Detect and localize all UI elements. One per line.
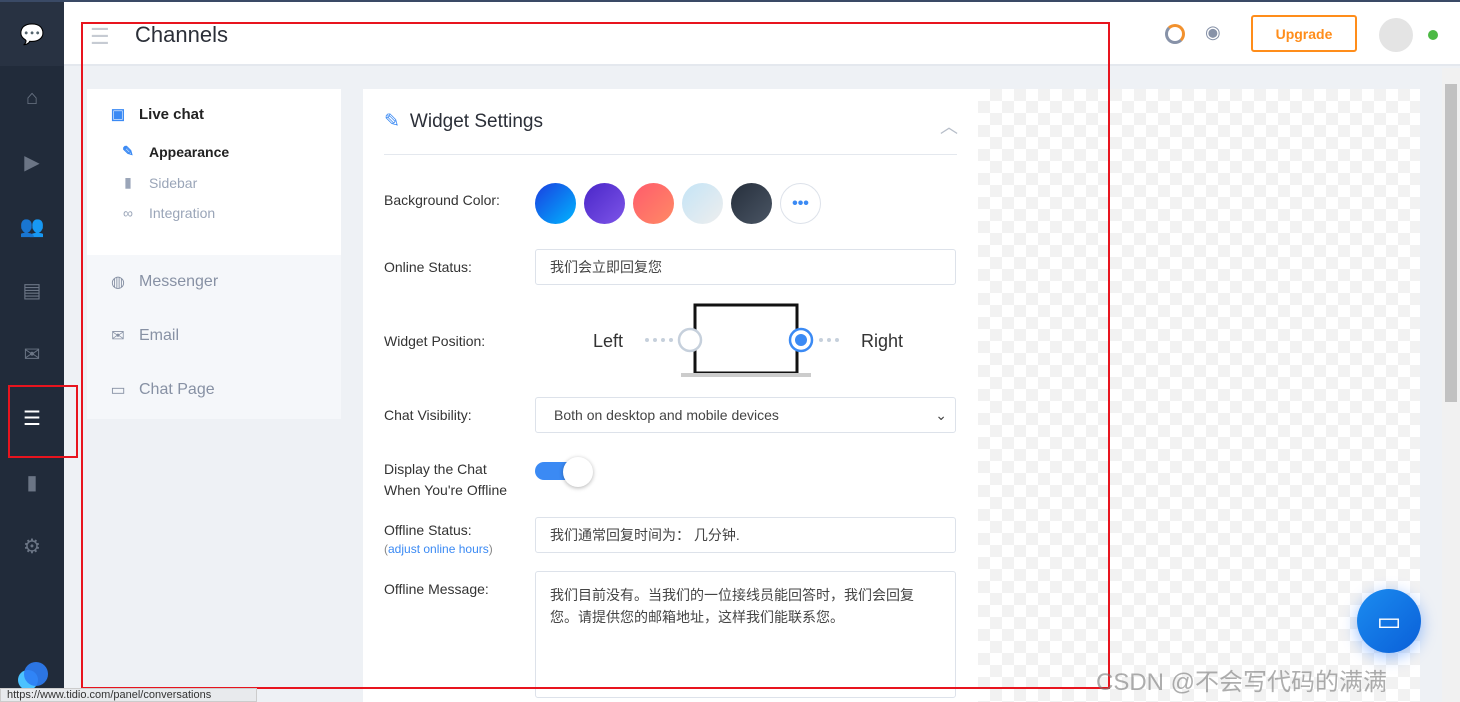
bookmark-icon: ▮ xyxy=(124,174,132,190)
menu-appearance[interactable]: ✎ Appearance xyxy=(119,143,319,160)
email-icon: ✉ xyxy=(111,328,125,345)
color-swatch-dark[interactable] xyxy=(731,183,772,224)
chat-visibility-label: Chat Visibility: xyxy=(384,407,472,423)
adjust-online-hours-link[interactable]: adjust online hours xyxy=(388,542,489,556)
menu-label: Live chat xyxy=(139,105,205,123)
chevron-down-icon: ⌄ xyxy=(935,406,947,423)
menu-sidebar[interactable]: ▮ Sidebar xyxy=(119,174,319,191)
offline-message-textarea[interactable]: 我们目前没有。当我们的一位接线员能回答时，我们会回复您。请提供您的邮箱地址，这样… xyxy=(535,571,956,698)
offline-status-label: Offline Status: xyxy=(384,522,472,538)
progress-ring-icon[interactable] xyxy=(1165,24,1185,44)
position-right-label: Right xyxy=(861,331,904,351)
online-status-input[interactable]: 我们会立即回复您 xyxy=(535,249,956,285)
status-bar-url: https://www.tidio.com/panel/conversation… xyxy=(0,688,257,702)
position-left-label: Left xyxy=(593,331,624,351)
section-title: Widget Settings xyxy=(409,110,543,132)
menu-messenger[interactable]: ◍ Messenger xyxy=(87,255,341,309)
menu-label: Chat Page xyxy=(139,381,215,398)
chat-widget-button[interactable]: ▭ xyxy=(1357,589,1421,653)
nav-inbox-icon[interactable]: ✉ xyxy=(0,322,64,386)
offline-message-label: Offline Message: xyxy=(384,581,489,597)
nav-contacts-icon[interactable]: ▤ xyxy=(0,258,64,322)
link-icon: ∞ xyxy=(123,205,133,221)
menu-label: Appearance xyxy=(149,143,230,160)
nav-play-icon[interactable]: ▶ xyxy=(0,130,64,194)
menu-integration[interactable]: ∞ Integration xyxy=(119,205,319,221)
menu-label: Messenger xyxy=(139,273,219,290)
adjust-hours-wrap: (adjust online hours) xyxy=(384,542,493,556)
nav-channels-icon[interactable]: ☰ xyxy=(0,386,64,450)
widget-position-label: Widget Position: xyxy=(384,333,486,349)
nav-settings-icon[interactable]: ⚙ xyxy=(0,514,64,578)
brush-icon: ✎ xyxy=(384,111,400,132)
offline-status-input[interactable]: 我们通常回复时间为： 几分钟. xyxy=(535,517,956,553)
laptop-position-diagram xyxy=(645,303,839,377)
color-swatch-light[interactable] xyxy=(682,183,723,224)
select-value: Both on desktop and mobile devices xyxy=(554,407,779,423)
watermark: CSDN @不会写代码的满满 xyxy=(1096,669,1388,696)
color-swatch-blue[interactable] xyxy=(535,183,576,224)
messenger-icon: ◍ xyxy=(111,274,125,291)
brush-icon: ✎ xyxy=(122,143,134,159)
menu-live-chat[interactable]: ▣ Live chat xyxy=(109,105,319,124)
scrollbar[interactable] xyxy=(1442,68,1460,702)
channels-menu: ▣ Live chat ✎ Appearance ▮ Sidebar ∞ Integra… xyxy=(87,89,341,419)
nav-chat-icon[interactable]: 💬 xyxy=(0,2,64,66)
menu-label: Sidebar xyxy=(149,174,198,191)
widget-settings-card: ✎ Widget Settings ︿ Background Color: •••… xyxy=(363,89,978,702)
display-offline-toggle[interactable] xyxy=(535,457,593,487)
sliders-icon: ☰ xyxy=(90,24,110,49)
chat-icon: ▣ xyxy=(110,106,126,123)
more-colors-button[interactable]: ••• xyxy=(780,183,821,224)
upgrade-button[interactable]: Upgrade xyxy=(1251,15,1357,52)
color-swatch-coral[interactable] xyxy=(633,183,674,224)
background-color-label: Background Color: xyxy=(384,192,500,208)
position-left-radio[interactable] xyxy=(677,327,703,353)
online-status-label: Online Status: xyxy=(384,259,472,275)
menu-chat-page[interactable]: ▭ Chat Page xyxy=(87,363,341,417)
header: ☰ Channels ◉ Upgrade xyxy=(64,2,1460,66)
tidio-logo-icon xyxy=(18,662,48,690)
avatar[interactable] xyxy=(1379,18,1413,52)
menu-label: Email xyxy=(139,327,180,344)
nav-analytics-icon[interactable]: ▮ xyxy=(0,450,64,514)
display-offline-label: Display the Chat When You're Offline xyxy=(384,461,508,498)
menu-email[interactable]: ✉ Email xyxy=(87,309,341,363)
online-indicator xyxy=(1428,30,1438,40)
chat-visibility-select[interactable]: Both on desktop and mobile devices ⌄ xyxy=(535,397,956,433)
widget-preview xyxy=(978,89,1420,702)
nav-home-icon[interactable]: ⌂ xyxy=(0,66,64,130)
page-title: Channels xyxy=(135,22,228,47)
nav-visitors-icon[interactable]: 👥 xyxy=(0,194,64,258)
chevron-up-icon[interactable]: ︿ xyxy=(940,113,958,139)
menu-label: Integration xyxy=(149,205,216,221)
chat-bubble-icon: ▭ xyxy=(1376,605,1402,636)
broadcast-icon[interactable]: ◉ xyxy=(1205,22,1221,43)
main-nav: 💬 ⌂ ▶ 👥 ▤ ✉ ☰ ▮ ⚙ xyxy=(0,2,64,702)
color-swatch-purple[interactable] xyxy=(584,183,625,224)
monitor-icon: ▭ xyxy=(110,382,126,399)
